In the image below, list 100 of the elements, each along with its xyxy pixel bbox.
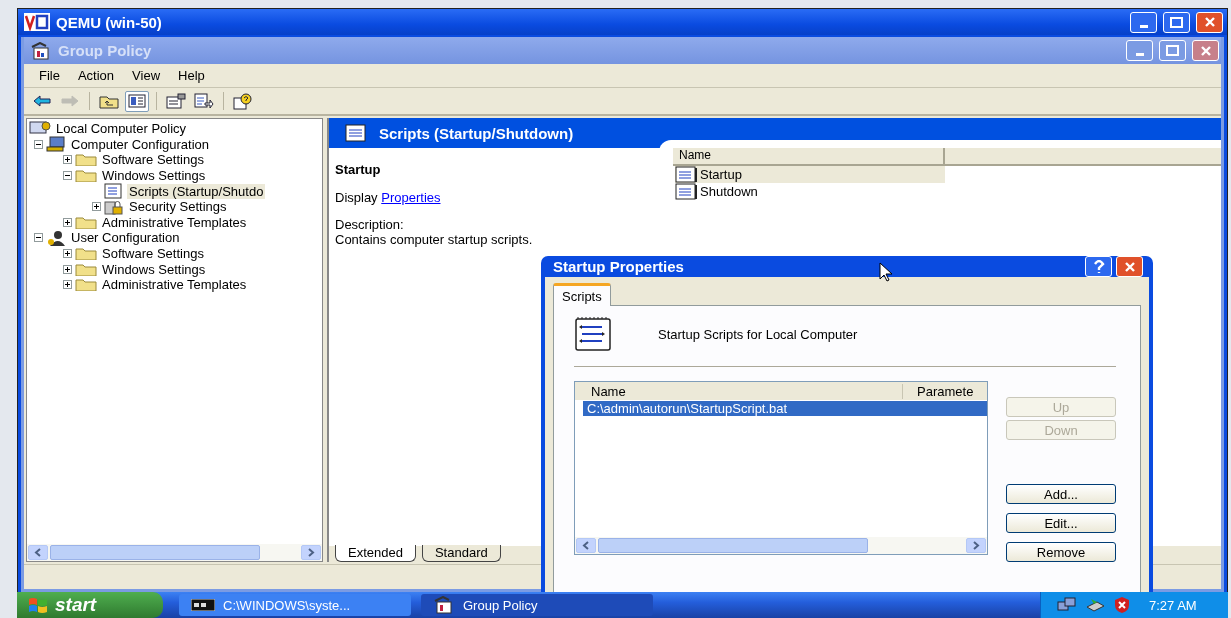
dialog-button[interactable]: Add... [1006,484,1116,504]
tree-item[interactable]: Windows Settings [100,168,208,184]
maximize-button[interactable] [1159,40,1186,61]
close-button[interactable] [1116,256,1143,277]
tree-item[interactable]: Security Settings [127,199,229,215]
minimize-button[interactable] [1130,11,1157,33]
menu-item[interactable]: View [125,66,168,85]
view-tab[interactable]: Standard [421,545,501,562]
policy-window-icon [433,596,455,614]
plus-icon [64,281,71,289]
export-list-icon [194,93,214,109]
toolbar-button[interactable] [164,90,188,112]
tree-item[interactable]: Software Settings [100,152,206,168]
list-item[interactable]: Startup [675,166,945,183]
expand-toggle[interactable] [63,264,72,274]
user-icon [46,229,66,246]
properties-link[interactable]: Properties [381,190,441,205]
back-arrow-icon [33,95,51,107]
close-icon [1203,16,1216,28]
list-item[interactable]: Shutdown [675,183,945,200]
list-item[interactable]: C:\admin\autorun\StartupScript.bat [583,401,987,416]
close-icon [1199,44,1212,57]
taskbar-button[interactable]: Group Policy [421,594,653,616]
maximize-button[interactable] [1163,11,1190,33]
device-icon [1085,597,1105,613]
computer-icon [46,136,66,153]
policy-window-icon [30,41,52,60]
shield-icon [1113,596,1131,614]
tree-item[interactable]: User Configuration [69,230,182,246]
folder-icon [75,262,97,276]
emulator-logo-icon [24,13,50,31]
close-button[interactable] [1196,11,1223,33]
taskbar-button[interactable]: C:\WINDOWS\syste... [179,594,411,616]
window-title: QEMU (win-50) [56,13,163,31]
menu-item[interactable]: Action [70,66,122,85]
folder-icon [75,169,97,183]
close-button[interactable] [1192,40,1219,61]
view-tab[interactable]: Extended [335,545,416,562]
tree-item[interactable]: Software Settings [100,246,206,262]
folder-icon [75,153,97,167]
dialog-tab[interactable]: Scripts [553,283,611,306]
script-icon [675,183,699,200]
folder-icon [75,278,97,292]
minimize-icon [1139,24,1148,28]
description-text: Contains computer startup scripts. [335,232,534,247]
menu-item[interactable]: Help [171,66,212,85]
script-icon [104,183,124,200]
description-label: Description: [335,217,405,232]
minimize-icon [1135,53,1144,56]
column-header[interactable]: Paramete [903,383,985,399]
plus-icon [64,156,71,164]
tree-item[interactable]: Windows Settings [100,261,208,277]
expand-toggle[interactable] [63,155,72,165]
maximize-icon [1166,45,1179,56]
computer-icon [29,120,51,137]
menu-item[interactable]: File [32,66,67,85]
tree-item[interactable]: Computer Configuration [69,136,212,152]
start-button[interactable]: start [17,592,163,618]
folder-icon [75,247,97,261]
network-icon [1057,597,1077,613]
toolbar-button[interactable] [231,90,255,112]
script-icon [675,166,699,183]
display-text: Display Properties [335,190,442,205]
dialog-button[interactable]: Edit... [1006,513,1116,533]
close-icon [1123,260,1136,273]
maximize-icon [1170,16,1183,28]
tree-item[interactable]: Administrative Templates [100,277,249,293]
toolbar-button[interactable] [125,90,149,112]
help-icon [233,92,253,110]
dialog-heading: Startup Scripts for Local Computer [658,326,858,342]
collapse-toggle[interactable] [34,139,43,149]
horizontal-scrollbar[interactable] [575,537,987,554]
tree-item[interactable]: Scripts (Startup/Shutdo [127,183,266,199]
help-button[interactable] [1085,256,1112,277]
expand-toggle[interactable] [63,249,72,259]
windows-flag-icon [27,596,49,614]
dialog-title: Startup Properties [553,258,684,275]
tree-item[interactable]: Local Computer Policy [54,121,189,137]
section-title: Scripts (Startup/Shutdown) [379,124,574,142]
collapse-toggle[interactable] [34,233,43,243]
expand-toggle[interactable] [92,202,101,212]
clock: 7:27 AM [1149,597,1197,613]
expand-toggle[interactable] [63,280,72,290]
window-title: Group Policy [58,42,153,59]
item-heading: Startup [335,162,382,177]
plus-icon [93,203,100,211]
console-icon [191,599,215,611]
script-icon [345,124,367,142]
expand-toggle[interactable] [63,217,72,227]
column-header[interactable]: Name [575,383,903,399]
properties-icon [166,93,186,109]
plus-icon [64,218,71,226]
minimize-button[interactable] [1126,40,1153,61]
folder-up-icon [99,93,119,109]
lock-icon [104,198,124,215]
help-icon [1092,259,1105,274]
horizontal-scrollbar[interactable] [27,544,322,561]
collapse-toggle[interactable] [63,171,72,181]
tree-item[interactable]: Administrative Templates [100,214,249,230]
dialog-button[interactable]: Remove [1006,542,1116,562]
